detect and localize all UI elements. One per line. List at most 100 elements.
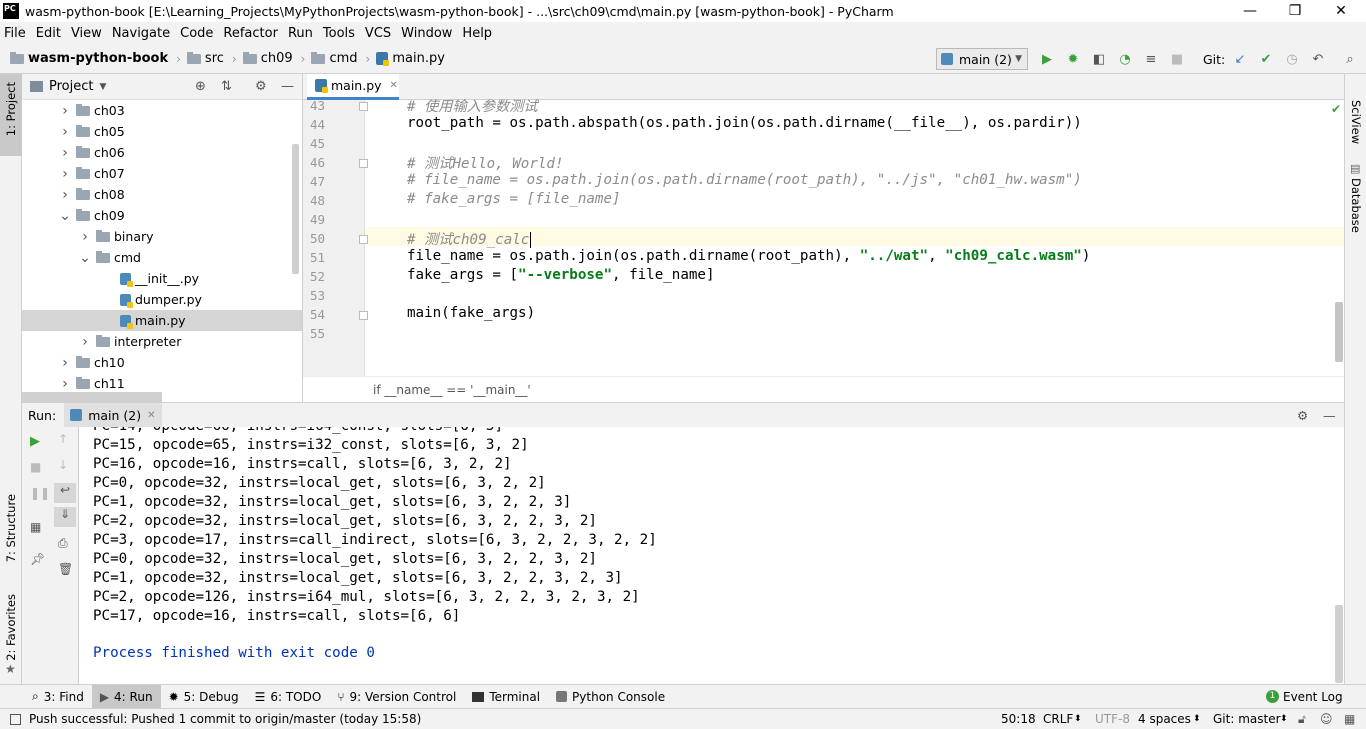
chevron-right-icon[interactable]: ›	[78, 229, 92, 245]
favorites-tool-label[interactable]: 2: Favorites	[4, 594, 18, 661]
toggle-tool-windows-icon[interactable]	[10, 713, 21, 725]
chevron-right-icon[interactable]: ›	[58, 103, 72, 119]
fold-marker-icon[interactable]	[359, 102, 368, 111]
gear-icon[interactable]: ⚙	[255, 79, 267, 94]
trash-icon[interactable]: 🗑︎	[58, 562, 73, 576]
fold-marker-icon[interactable]	[359, 235, 368, 244]
tree-item-cmd[interactable]: ⌄ cmd	[22, 247, 302, 268]
soft-wrap-icon[interactable]: ↩	[54, 483, 76, 503]
chevron-right-icon[interactable]: ›	[58, 355, 72, 371]
tree-item-main-py[interactable]: main.py	[22, 310, 302, 331]
rollback-icon[interactable]: ↶	[1310, 51, 1326, 67]
tree-item-ch03[interactable]: › ch03	[22, 100, 302, 121]
editor-breadcrumb[interactable]: if __name__ == '__main__'	[303, 376, 1344, 402]
tab-main-py[interactable]: main.py ✕	[307, 74, 399, 100]
tree-item-dumper-py[interactable]: dumper.py	[22, 289, 302, 310]
run-tab-main-2[interactable]: main (2) ✕	[64, 402, 162, 428]
tab-find[interactable]: ⌕ 3: Find	[24, 685, 92, 709]
tree-item-ch06[interactable]: › ch06	[22, 142, 302, 163]
tab-terminal[interactable]: Terminal	[464, 685, 548, 709]
breadcrumb-ch09[interactable]: ch09	[242, 51, 293, 66]
chevron-down-icon[interactable]: ⌄	[58, 208, 72, 224]
inspection-ok-icon[interactable]: ✔	[1331, 102, 1341, 116]
event-log-button[interactable]: 1 Event Log	[1258, 685, 1351, 709]
line-separator[interactable]: CRLF	[1043, 712, 1073, 726]
menu-view[interactable]: View	[71, 26, 102, 41]
notification-icon[interactable]: ▦	[1344, 712, 1355, 726]
menu-code[interactable]: Code	[180, 26, 213, 41]
code-line-47[interactable]: # file_name = os.path.join(os.path.dirna…	[407, 172, 1082, 188]
tab-version-control[interactable]: ⑂ 9: Version Control	[329, 685, 464, 709]
menu-edit[interactable]: Edit	[36, 26, 61, 41]
chevron-right-icon[interactable]: ›	[58, 124, 72, 140]
tree-item-init-py[interactable]: __init__.py	[22, 268, 302, 289]
tree-item-ch10[interactable]: › ch10	[22, 352, 302, 373]
breadcrumb-project[interactable]: wasm-python-book	[10, 51, 168, 66]
tab-debug[interactable]: ✹ 5: Debug	[161, 685, 247, 709]
history-icon[interactable]: ◷	[1284, 51, 1300, 67]
git-commit-icon[interactable]: ✔	[1258, 51, 1274, 67]
scroll-up-icon[interactable]: ↑	[58, 432, 68, 446]
profile-icon[interactable]: ◔	[1117, 51, 1133, 67]
breadcrumb-main-py[interactable]: main.py	[376, 51, 445, 66]
tree-item-ch09[interactable]: ⌄ ch09	[22, 205, 302, 226]
debug-icon[interactable]: ✹	[1065, 51, 1081, 67]
chevron-right-icon[interactable]: ›	[58, 145, 72, 161]
tree-item-interpreter[interactable]: › interpreter	[22, 331, 302, 352]
tree-item-ch08[interactable]: › ch08	[22, 184, 302, 205]
run-console[interactable]: PC=14, opcode=66, instrs=i64_const, slot…	[79, 427, 1344, 684]
editor-scrollbar[interactable]	[1335, 302, 1343, 362]
locate-icon[interactable]: ⊕	[195, 79, 206, 94]
code-line-46[interactable]: # 测试Hello, World!	[407, 153, 564, 173]
code-line-50[interactable]: # 测试ch09_calc	[407, 229, 532, 249]
tab-python-console[interactable]: Python Console	[548, 685, 673, 709]
layout-icon[interactable]: ▦	[30, 520, 41, 534]
menu-window[interactable]: Window	[401, 26, 452, 41]
chevron-down-icon[interactable]: ⌄	[78, 250, 92, 266]
git-update-icon[interactable]: ↙	[1232, 51, 1248, 67]
tree-item-ch11[interactable]: › ch11	[22, 373, 302, 394]
lock-icon[interactable]: 🔓︎	[1298, 712, 1306, 727]
breadcrumb-src[interactable]: src	[186, 51, 224, 66]
close-tab-icon[interactable]: ✕	[147, 410, 155, 421]
caret-position[interactable]: 50:18	[1001, 712, 1036, 726]
code-line-54[interactable]: main(fake_args)	[407, 305, 535, 321]
fold-marker-icon[interactable]	[359, 159, 368, 168]
run-icon[interactable]: ▶	[1039, 51, 1055, 67]
git-branch[interactable]: Git: master	[1213, 712, 1281, 726]
close-button[interactable]: ✕	[1318, 0, 1364, 22]
menu-help[interactable]: Help	[462, 26, 492, 41]
scroll-down-icon[interactable]: ↓	[58, 458, 68, 472]
pause-icon[interactable]: ❚❚	[30, 486, 50, 500]
menu-refactor[interactable]: Refactor	[223, 26, 278, 41]
inspector-icon[interactable]: ☺	[1320, 712, 1333, 726]
code-line-51[interactable]: file_name = os.path.join(os.path.dirname…	[407, 248, 1090, 264]
structure-tool-label[interactable]: 7: Structure	[4, 494, 18, 562]
tab-todo[interactable]: ☰ 6: TODO	[247, 685, 330, 709]
console-scrollbar[interactable]	[1335, 605, 1343, 683]
breadcrumb-cmd[interactable]: cmd	[311, 51, 358, 66]
code-line-52[interactable]: fake_args = ["--verbose", file_name]	[407, 267, 715, 283]
tree-item-binary[interactable]: › binary	[22, 226, 302, 247]
status-message[interactable]: Push successful: Pushed 1 commit to orig…	[29, 712, 421, 726]
concurrency-icon[interactable]: ≡	[1143, 51, 1159, 67]
stop-icon[interactable]: ■	[30, 460, 41, 474]
chevron-right-icon[interactable]: ›	[58, 187, 72, 203]
scroll-to-end-icon[interactable]: ⇓	[54, 507, 76, 527]
stop-icon[interactable]: ■	[1169, 51, 1185, 67]
database-tool-label[interactable]: Database	[1349, 178, 1363, 233]
restore-button[interactable]: ❐	[1272, 0, 1318, 22]
gear-icon[interactable]: ⚙	[1297, 408, 1308, 423]
project-panel-title[interactable]: Project	[49, 79, 93, 94]
chevron-down-icon[interactable]: ▼	[99, 82, 106, 92]
indent-setting[interactable]: 4 spaces	[1138, 712, 1191, 726]
fold-marker-icon[interactable]	[359, 311, 368, 320]
hide-icon[interactable]: —	[281, 79, 294, 94]
file-encoding[interactable]: UTF-8	[1095, 712, 1130, 726]
hide-icon[interactable]: —	[1323, 408, 1336, 423]
chevron-right-icon[interactable]: ›	[58, 376, 72, 392]
menu-vcs[interactable]: VCS	[365, 26, 391, 41]
sciview-tool-label[interactable]: SciView	[1349, 100, 1363, 144]
run-configuration-select[interactable]: main (2) ▼	[936, 48, 1028, 70]
menu-tools[interactable]: Tools	[323, 26, 355, 41]
